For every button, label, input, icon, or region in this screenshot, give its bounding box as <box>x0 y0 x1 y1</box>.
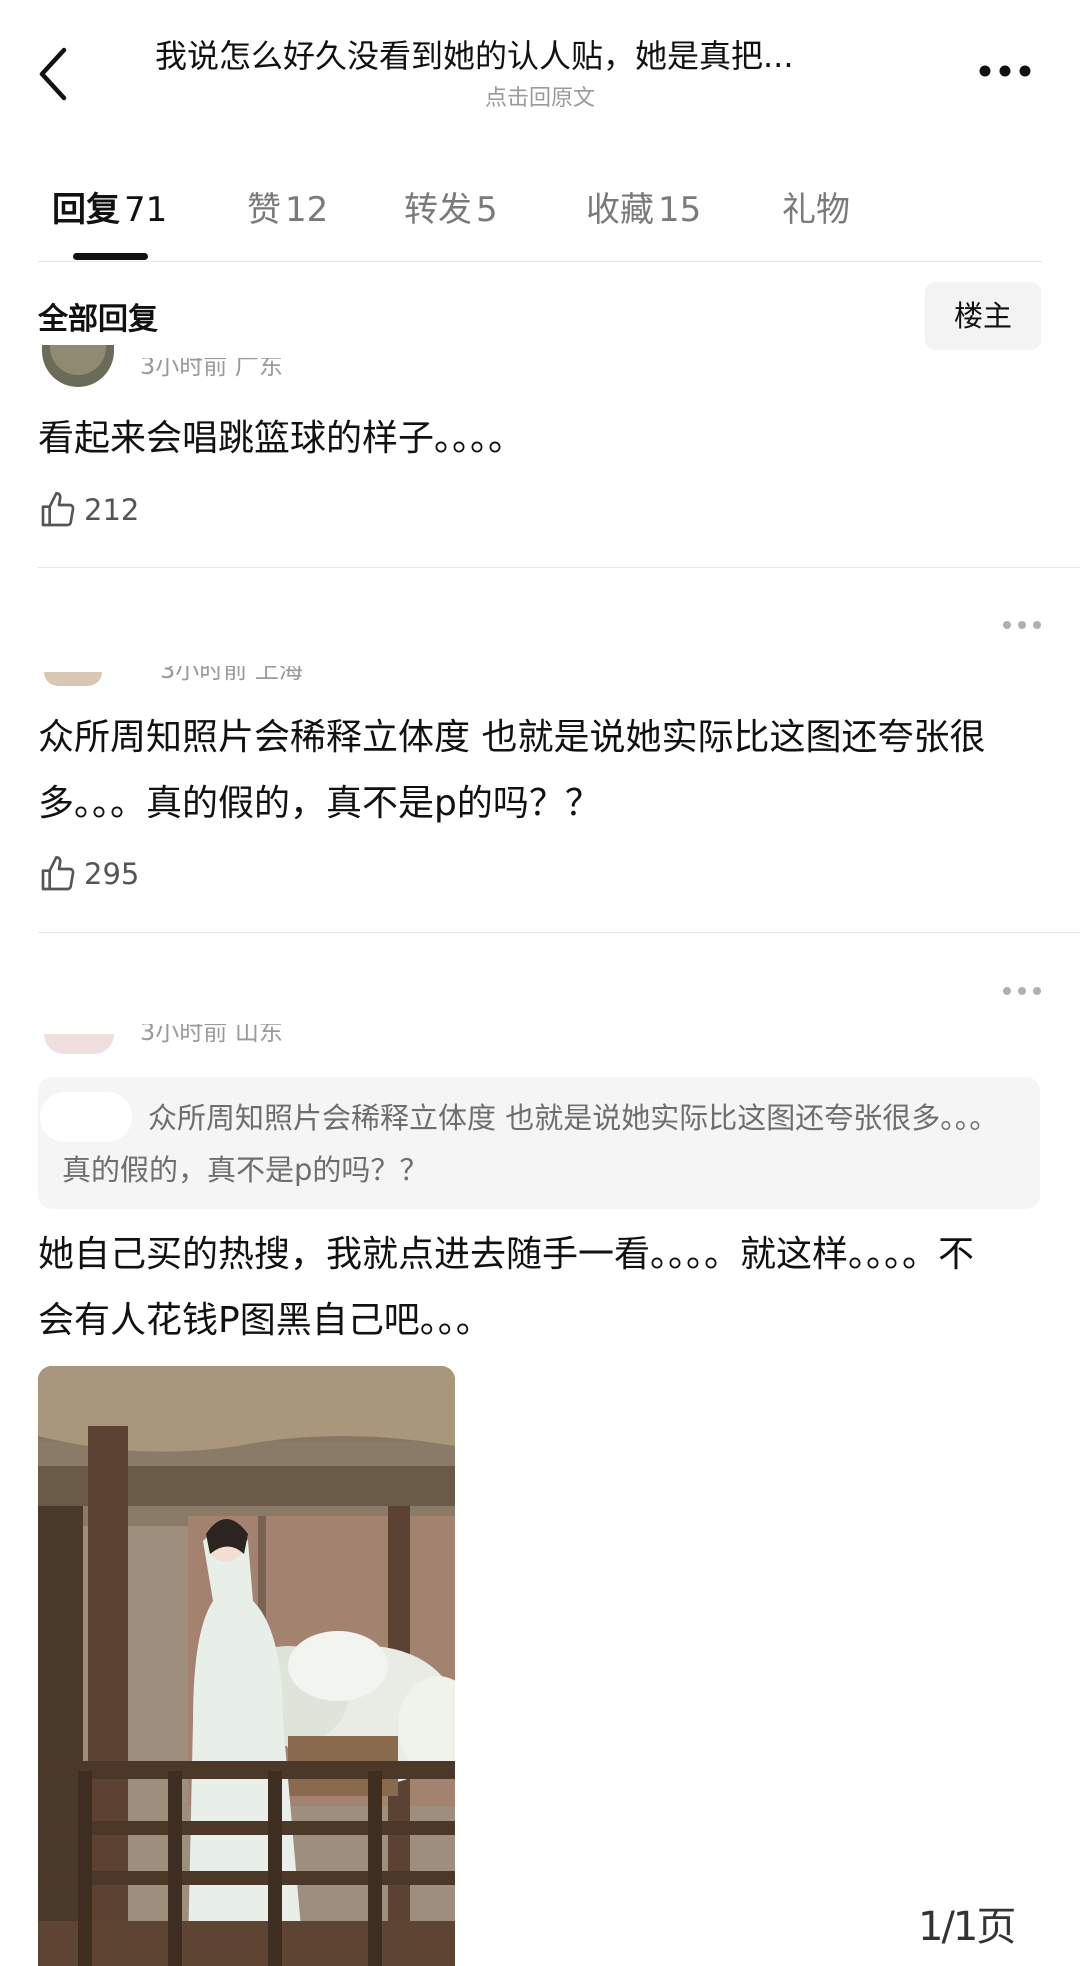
page-indicator-text: 1/1页 <box>918 1904 1016 1950</box>
tab-replies-label: 回复 <box>52 190 120 230</box>
quoted-reply-text: 众所周知照片会稀释立体度 也就是说她实际比这图还夸张很多。。。真的假的，真不是p… <box>62 1101 999 1187</box>
tab-gifts[interactable]: 礼物 <box>782 182 850 231</box>
comment-photo[interactable] <box>38 1366 455 1966</box>
back-chevron-icon[interactable] <box>34 46 74 102</box>
tab-likes-count: 12 <box>285 190 329 230</box>
avatar[interactable] <box>42 345 114 387</box>
tabs-divider <box>38 261 1042 262</box>
tab-replies-count: 71 <box>124 190 168 230</box>
tab-favorites[interactable]: 收藏 15 <box>586 182 701 231</box>
tab-likes-label: 赞 <box>247 190 281 230</box>
comment-meta: 3小时前 上海 <box>160 666 303 684</box>
photo-illustration <box>38 1366 455 1966</box>
tab-reposts-label: 转发 <box>404 190 472 230</box>
like-button[interactable]: 295 <box>38 852 139 896</box>
tab-favorites-count: 15 <box>658 190 702 230</box>
comment-more-icon[interactable] <box>1002 620 1042 630</box>
comment-text: 看起来会唱跳篮球的样子。。。。 <box>38 418 525 459</box>
comment-more-icon[interactable] <box>1002 986 1042 996</box>
comment-text: 她自己买的热搜，我就点进去随手一看。。。。就这样。。。。不会有人花钱P图黑自己吧… <box>38 1234 975 1341</box>
like-count: 212 <box>84 493 140 527</box>
like-button[interactable]: 212 <box>38 488 139 532</box>
tab-favorites-label: 收藏 <box>586 190 654 230</box>
active-tab-indicator <box>73 253 148 260</box>
comment-meta: 3小时前 广东 <box>140 358 283 380</box>
owner-only-button[interactable]: 楼主 <box>925 282 1041 350</box>
avatar[interactable] <box>44 672 102 686</box>
comment-text: 众所周知照片会稀释立体度 也就是说她实际比这图还夸张很多。。。真的假的，真不是p… <box>38 717 986 824</box>
all-replies-heading: 全部回复 <box>38 302 158 337</box>
tab-reposts[interactable]: 转发 5 <box>404 182 498 231</box>
thumbs-up-icon <box>41 856 75 891</box>
back-to-original-link[interactable]: 点击回原文 <box>430 80 650 112</box>
tab-replies[interactable]: 回复 71 <box>52 182 167 231</box>
tab-likes[interactable]: 赞 12 <box>247 182 328 231</box>
thumbs-up-icon <box>41 492 75 527</box>
tab-reposts-count: 5 <box>476 190 498 230</box>
tab-gifts-label: 礼物 <box>782 190 850 230</box>
comment-divider <box>38 567 1080 568</box>
comment-divider <box>38 932 1080 933</box>
post-title[interactable]: 我说怎么好久没看到她的认人贴，她是真把... <box>155 34 925 78</box>
like-count: 295 <box>84 857 140 891</box>
avatar[interactable] <box>44 1034 114 1054</box>
comment-meta: 3小时前 山东 <box>140 1024 283 1046</box>
more-options-icon[interactable] <box>978 64 1032 78</box>
